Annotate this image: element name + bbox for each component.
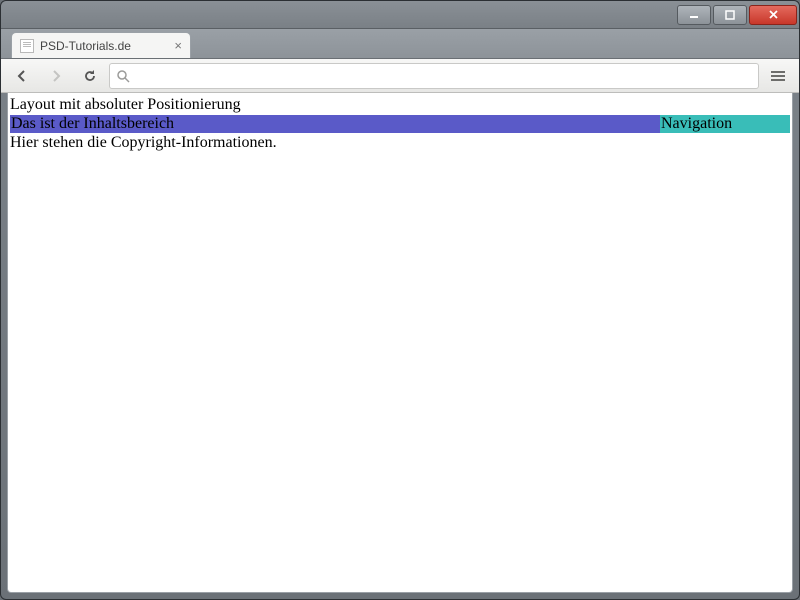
menu-button[interactable] (763, 63, 793, 89)
browser-toolbar (1, 59, 799, 93)
menu-icon (771, 75, 785, 77)
maximize-button[interactable] (713, 5, 747, 25)
page-footer: Hier stehen die Copyright-Informationen. (10, 133, 790, 153)
tab-close-icon[interactable]: × (174, 38, 182, 53)
page-viewport: Layout mit absoluter Positionierung Das … (7, 93, 793, 593)
browser-tab[interactable]: PSD-Tutorials.de × (11, 32, 191, 58)
navigation-area: Navigation (660, 115, 790, 133)
minimize-icon (689, 10, 699, 20)
maximize-icon (725, 10, 735, 20)
tab-strip: PSD-Tutorials.de × (1, 29, 799, 59)
reload-icon (82, 68, 98, 84)
window-titlebar (1, 1, 799, 29)
forward-arrow-icon (48, 68, 64, 84)
browser-window: PSD-Tutorials.de × Layout mit absoluter … (0, 0, 800, 600)
reload-button[interactable] (75, 63, 105, 89)
minimize-button[interactable] (677, 5, 711, 25)
close-button[interactable] (749, 5, 797, 25)
back-arrow-icon (14, 68, 30, 84)
content-area: Das ist der Inhaltsbereich (10, 115, 660, 133)
page-favicon-icon (20, 39, 34, 53)
close-icon (768, 9, 779, 20)
back-button[interactable] (7, 63, 37, 89)
forward-button[interactable] (41, 63, 71, 89)
page-body: Layout mit absoluter Positionierung Das … (8, 93, 792, 155)
address-bar[interactable] (109, 63, 759, 89)
search-icon (116, 69, 130, 83)
tab-title: PSD-Tutorials.de (40, 39, 168, 53)
page-main-row: Das ist der Inhaltsbereich Navigation (10, 115, 790, 133)
page-header: Layout mit absoluter Positionierung (10, 95, 790, 115)
